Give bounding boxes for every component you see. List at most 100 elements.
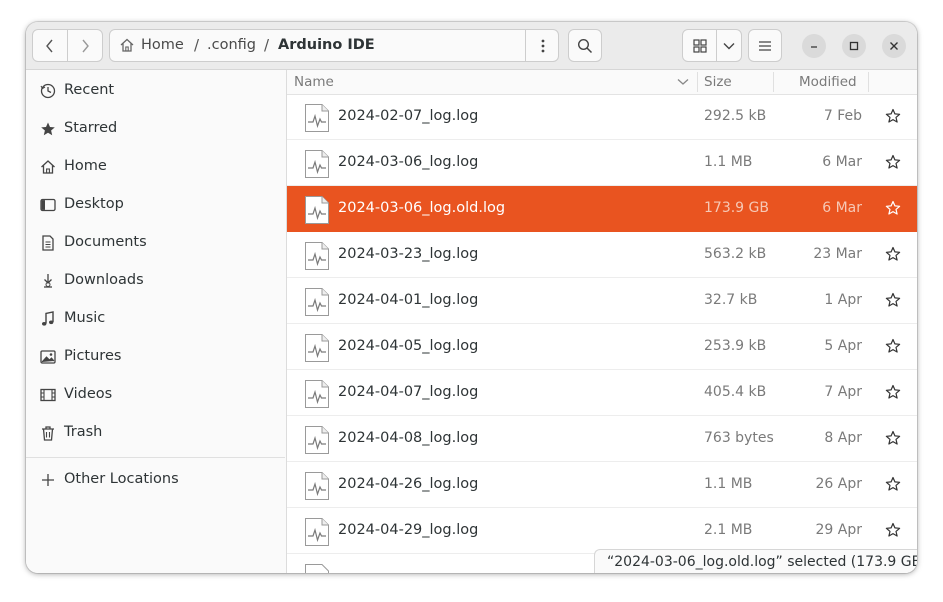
file-modified: 8 Apr (824, 430, 862, 446)
sidebar-item-label: Downloads (64, 272, 144, 288)
file-name: 2024-04-01_log.log (338, 292, 479, 308)
view-options-dropdown[interactable] (716, 29, 742, 62)
grid-view-button[interactable] (682, 29, 717, 62)
sidebar-item-videos[interactable]: Videos (26, 376, 285, 414)
sidebar-item-other-locations[interactable]: Other Locations (26, 461, 285, 499)
file-size: 763 bytes (704, 430, 774, 446)
star-icon[interactable] (885, 338, 901, 354)
music-icon (42, 311, 54, 326)
file-modified: 23 Mar (813, 246, 862, 262)
file-size: 292.5 kB (704, 108, 767, 124)
file-name: 2024-02-07_log.log (338, 108, 479, 124)
sidebar-item-home[interactable]: Home (26, 148, 285, 186)
grid-view-icon (692, 38, 707, 53)
file-list: Name Size Modified 2024-02-07_log.log 292… (287, 70, 917, 573)
file-size: 405.4 kB (704, 384, 767, 400)
star-icon[interactable] (885, 292, 901, 308)
file-name: 2024-04-07_log.log (338, 384, 479, 400)
crumb-home[interactable]: Home (141, 37, 184, 53)
log-file-icon (305, 150, 329, 178)
file-size: 32.7 kB (704, 292, 758, 308)
header-bar: Home / .config / Arduino IDE (26, 22, 917, 70)
log-file-icon (305, 288, 329, 316)
crumb-current-folder[interactable]: Arduino IDE (278, 37, 375, 53)
file-modified: 7 Feb (823, 108, 862, 124)
column-header-modified[interactable]: Modified (799, 74, 857, 90)
forward-button[interactable] (67, 29, 103, 62)
star-icon[interactable] (885, 522, 901, 538)
star-icon[interactable] (885, 476, 901, 492)
chevron-right-icon (82, 39, 89, 52)
star-icon[interactable] (885, 154, 901, 170)
file-modified: 7 Apr (824, 384, 862, 400)
minimize-button[interactable] (802, 34, 826, 58)
picture-icon (40, 350, 56, 364)
file-size: 2.1 MB (704, 522, 753, 538)
hamburger-menu-icon (759, 40, 771, 51)
log-file-icon (305, 426, 329, 454)
sidebar-item-label: Music (64, 310, 106, 326)
sidebar-item-label: Videos (64, 386, 113, 402)
file-name: 2024-03-23_log.log (338, 246, 479, 262)
home-icon (41, 160, 55, 174)
star-icon[interactable] (885, 200, 901, 216)
sidebar-item-label: Recent (64, 82, 115, 98)
file-name: 2024-03-06_log.log (338, 154, 479, 170)
document-icon (42, 235, 54, 251)
crumb-separator: / (194, 36, 200, 54)
file-row[interactable]: 2024-04-05_log.log 253.9 kB 5 Apr (287, 324, 917, 370)
crumb-config[interactable]: .config (207, 37, 256, 53)
path-menu-button[interactable] (525, 30, 560, 61)
sidebar-item-downloads[interactable]: Downloads (26, 262, 285, 300)
sidebar-item-label: Trash (64, 424, 103, 440)
file-row[interactable]: 2024-04-26_log.log 1.1 MB 26 Apr (287, 462, 917, 508)
file-name: 2024-04-29_log.log (338, 522, 479, 538)
sidebar-item-label: Starred (64, 120, 118, 136)
column-header-size[interactable]: Size (704, 74, 732, 90)
file-size: 173.9 GB (704, 200, 769, 216)
sidebar-item-desktop[interactable]: Desktop (26, 186, 285, 224)
column-divider (773, 72, 774, 92)
file-row[interactable]: 2024-04-01_log.log 32.7 kB 1 Apr (287, 278, 917, 324)
close-icon (890, 42, 898, 50)
file-modified: 26 Apr (815, 476, 862, 492)
file-row[interactable]: 2024-02-07_log.log 292.5 kB 7 Feb (287, 94, 917, 140)
navigation-buttons (32, 29, 103, 62)
file-name: 2024-04-05_log.log (338, 338, 479, 354)
sort-chevron-down-icon[interactable] (677, 78, 689, 86)
search-button[interactable] (568, 29, 602, 62)
star-icon[interactable] (885, 430, 901, 446)
file-size: 1.1 MB (704, 154, 753, 170)
sidebar-item-trash[interactable]: Trash (26, 414, 285, 452)
star-icon[interactable] (885, 246, 901, 262)
file-row-selected[interactable]: 2024-03-06_log.old.log 173.9 GB 6 Mar (287, 186, 917, 232)
crumb-separator: / (264, 36, 270, 54)
file-modified: 6 Mar (822, 154, 862, 170)
sidebar-item-starred[interactable]: Starred (26, 110, 285, 148)
file-modified: 29 Apr (815, 522, 862, 538)
back-button[interactable] (32, 29, 68, 62)
file-size: 1.1 MB (704, 476, 753, 492)
file-size: 253.9 kB (704, 338, 767, 354)
trash-icon (42, 426, 54, 441)
log-file-icon (305, 196, 329, 224)
sidebar-item-recent[interactable]: Recent (26, 72, 285, 110)
star-icon[interactable] (885, 384, 901, 400)
star-icon[interactable] (885, 108, 901, 124)
column-header-name[interactable]: Name (294, 74, 334, 90)
sidebar-item-music[interactable]: Music (26, 300, 285, 338)
file-row[interactable]: 2024-04-07_log.log 405.4 kB 7 Apr (287, 370, 917, 416)
close-button[interactable] (882, 34, 906, 58)
file-row[interactable]: 2024-04-29_log.log 2.1 MB 29 Apr (287, 508, 917, 554)
sidebar-item-documents[interactable]: Documents (26, 224, 285, 262)
file-row[interactable]: 2024-03-23_log.log 563.2 kB 23 Mar (287, 232, 917, 278)
file-row[interactable]: 2024-04-08_log.log 763 bytes 8 Apr (287, 416, 917, 462)
file-modified: 1 Apr (824, 292, 862, 308)
main-menu-button[interactable] (748, 29, 782, 62)
column-divider (868, 72, 869, 92)
maximize-button[interactable] (842, 34, 866, 58)
sidebar-divider (26, 457, 285, 458)
sidebar-item-pictures[interactable]: Pictures (26, 338, 285, 376)
file-row[interactable]: 2024-03-06_log.log 1.1 MB 6 Mar (287, 140, 917, 186)
maximize-icon (849, 41, 859, 51)
